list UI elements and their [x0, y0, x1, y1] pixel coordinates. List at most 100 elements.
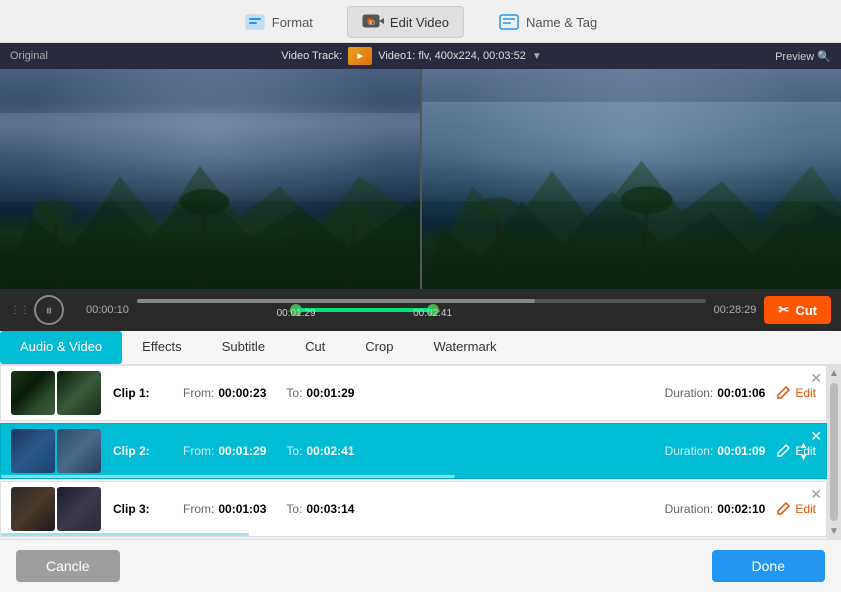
edit-tabs-bar: Audio & Video Effects Subtitle Cut Crop … — [0, 331, 841, 365]
tab-cut[interactable]: Cut — [285, 331, 345, 364]
timeline-selection — [296, 308, 433, 312]
video-panel-original — [0, 69, 422, 289]
clip-3-from-field: From: 00:01:03 — [183, 502, 266, 516]
clip-1-from-field: From: 00:00:23 — [183, 386, 266, 400]
clip-1-from-label: From: — [183, 386, 214, 400]
clip-2-duration-field: Duration: 00:01:09 — [665, 444, 766, 458]
clip-1-to-label: To: — [286, 386, 302, 400]
video-track-label: Video Track: — [281, 50, 342, 62]
clip-row-1[interactable]: ✕ Clip 1: From: 00:00:23 To: 00:01 — [0, 365, 827, 421]
done-button[interactable]: Done — [712, 550, 825, 582]
clip-3-edit-icon — [775, 501, 791, 517]
scroll-down-arrow[interactable]: ▼ — [828, 525, 840, 537]
preview-button[interactable]: Preview 🔍 — [775, 50, 831, 63]
pause-button[interactable]: ⏸ — [34, 295, 64, 325]
tab-watermark[interactable]: Watermark — [413, 331, 516, 364]
clip-2-to-value: 00:02:41 — [306, 444, 354, 458]
clip-1-thumb-2 — [57, 371, 101, 415]
clip-2-scroll-up[interactable]: ▲ — [799, 440, 808, 450]
clip-2-edit-button[interactable]: Edit — [775, 443, 816, 459]
clip-1-edit-button[interactable]: Edit — [775, 385, 816, 401]
clip-2-edit-icon — [775, 443, 791, 459]
clip-3-to-value: 00:03:14 — [306, 502, 354, 516]
timeline-bar: ⋮⋮ ⏸ 00:00:10 00:01:29 — [0, 289, 841, 331]
content-wrapper: Original Video Track: ▶ Video1: flv, 400… — [0, 43, 841, 584]
clip-2-progress-bar — [1, 475, 826, 478]
clip-1-duration-field: Duration: 00:01:06 — [665, 386, 766, 400]
clips-list: ✕ Clip 1: From: 00:00:23 To: 00:01 — [0, 365, 841, 539]
pause-icon: ⏸ — [46, 302, 53, 319]
top-nav: Format 3D Edit Video Name & Tag — [0, 0, 841, 43]
scroll-thumb[interactable] — [830, 383, 838, 521]
tab-crop[interactable]: Crop — [345, 331, 413, 364]
tab-watermark-label: Watermark — [433, 339, 496, 354]
tab-subtitle[interactable]: Subtitle — [202, 331, 285, 364]
name-tag-tab-label: Name & Tag — [526, 15, 597, 30]
format-icon — [244, 11, 266, 33]
video-header-left: Original — [10, 50, 48, 62]
timeline-start-time: 00:00:10 — [86, 304, 129, 316]
clip-1-thumb-1 — [11, 371, 55, 415]
clip-row-3[interactable]: ✕ Clip 3: From: 00:01:03 To: 00:03 — [0, 481, 827, 537]
clip-2-from-field: From: 00:01:29 — [183, 444, 266, 458]
scrollbar-track: ▲ ▼ — [827, 365, 841, 539]
clip-2-close-button[interactable]: ✕ — [810, 428, 822, 445]
clip-3-to-label: To: — [286, 502, 302, 516]
format-tab-label: Format — [272, 15, 313, 30]
clip-3-from-label: From: — [183, 502, 214, 516]
handle2-time-label: 00:02:41 — [413, 308, 452, 319]
clip-3-name: Clip 3: — [113, 502, 163, 516]
scroll-up-arrow[interactable]: ▲ — [828, 367, 840, 379]
clip-1-actions: Edit — [775, 385, 816, 401]
tab-audio-video[interactable]: Audio & Video — [0, 331, 122, 364]
clip-2-thumbnails — [11, 429, 101, 473]
tab-audio-video-label: Audio & Video — [20, 339, 102, 354]
clip-1-from-value: 00:00:23 — [218, 386, 266, 400]
cut-button-label: Cut — [795, 303, 817, 318]
clip-2-duration-value: 00:01:09 — [717, 444, 765, 458]
clip-row-2[interactable]: ✕ Clip 2: From: 00:01:29 To: 00:02 — [0, 423, 827, 479]
original-badge: Original — [10, 50, 48, 62]
clip-3-edit-button[interactable]: Edit — [775, 501, 816, 517]
tab-format[interactable]: Format — [230, 7, 327, 37]
clip-3-thumbnails — [11, 487, 101, 531]
clip-3-thumb-2 — [57, 487, 101, 531]
cut-button[interactable]: ✂ Cut — [764, 296, 831, 324]
clip-1-close-button[interactable]: ✕ — [810, 370, 822, 387]
timeline-controls: ⋮⋮ ⏸ — [10, 295, 78, 325]
done-button-label: Done — [752, 558, 785, 574]
clip-1-thumbnails — [11, 371, 101, 415]
clip-2-scroll-down[interactable]: ▼ — [799, 452, 808, 462]
video-info-dropdown-arrow[interactable]: ▼ — [532, 51, 542, 62]
tab-subtitle-label: Subtitle — [222, 339, 265, 354]
tab-effects-label: Effects — [142, 339, 182, 354]
timeline-filled — [137, 299, 535, 303]
clip-1-to-field: To: 00:01:29 — [286, 386, 354, 400]
tab-effects[interactable]: Effects — [122, 331, 202, 364]
clips-section: ✕ Clip 1: From: 00:00:23 To: 00:01 — [0, 365, 841, 539]
video-panel-preview — [422, 69, 841, 289]
clip-3-duration-value: 00:02:10 — [717, 502, 765, 516]
timeline-track-wrapper[interactable]: 00:01:29 00:02:41 — [137, 299, 706, 321]
edit-video-tab-label: Edit Video — [390, 15, 449, 30]
tab-cut-label: Cut — [305, 339, 325, 354]
preview-label: Preview 🔍 — [775, 51, 831, 63]
video-panels — [0, 69, 841, 289]
tab-name-tag[interactable]: Name & Tag — [484, 7, 611, 37]
video-track-thumb: ▶ — [348, 47, 372, 65]
clip-2-name: Clip 2: — [113, 444, 163, 458]
cancel-button[interactable]: Cancle — [16, 550, 120, 582]
clip-3-close-button[interactable]: ✕ — [810, 486, 822, 503]
clip-3-progress-fill — [1, 533, 249, 536]
clip-1-edit-icon — [775, 385, 791, 401]
name-tag-icon — [498, 11, 520, 33]
clip-3-progress-bar — [1, 533, 826, 536]
clip-2-thumb-1 — [11, 429, 55, 473]
video-track-info: Video Track: ▶ Video1: flv, 400x224, 00:… — [281, 47, 541, 65]
clip-1-edit-label: Edit — [795, 386, 816, 400]
clip-3-to-field: To: 00:03:14 — [286, 502, 354, 516]
svg-text:3D: 3D — [368, 21, 375, 27]
clip-1-name: Clip 1: — [113, 386, 163, 400]
clip-3-edit-label: Edit — [795, 502, 816, 516]
tab-edit-video[interactable]: 3D Edit Video — [347, 6, 464, 38]
